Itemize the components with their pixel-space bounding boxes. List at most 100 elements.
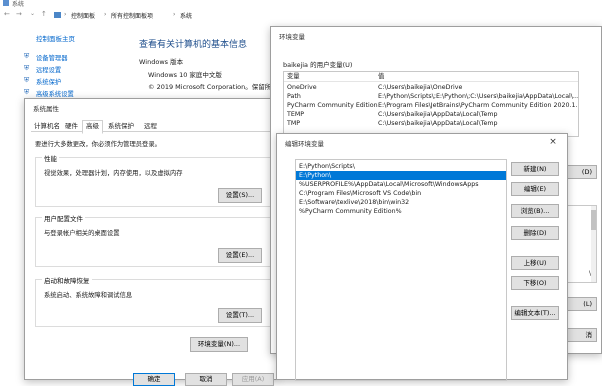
table-row[interactable]: Path E:\Python\Scripts\;E:\Python\;C:\Us… (284, 92, 578, 101)
system-var-delete-button[interactable]: (L) (563, 297, 597, 311)
user-profiles-settings-button[interactable]: 设置(E)... (218, 248, 262, 263)
performance-group: 性能 视觉效果，处理器计划，内存使用，以及虚拟内存 设置(S)... (35, 153, 271, 207)
new-button[interactable]: 新建(N) (511, 162, 559, 176)
list-item[interactable]: E:\Python\Scripts\ (296, 162, 506, 171)
breadcrumb-item-system[interactable]: 系统 (180, 11, 192, 20)
table-row[interactable]: TMP C:\Users\baikejia\AppData\Local\Temp (284, 119, 578, 128)
delete-button[interactable]: 删除(D) (511, 226, 559, 240)
tab-system-protection[interactable]: 系统保护 (105, 121, 137, 132)
up-arrow-icon[interactable]: ↑ (41, 10, 47, 18)
startup-settings-button[interactable]: 设置(T)... (218, 308, 262, 323)
cell-var: TEMP (287, 111, 305, 118)
breadcrumb-item-control-panel[interactable]: 控制面板 (71, 11, 95, 20)
system-icon (3, 0, 9, 6)
move-up-button[interactable]: 上移(U) (511, 256, 559, 270)
sidebar-item-label: 高级系统设置 (36, 91, 74, 98)
group-desc: 系统启动、系统故障和调试信息 (44, 292, 133, 299)
list-item[interactable]: C:\Program Files\Microsoft VS Code\bin (296, 189, 506, 198)
sidebar-item-label: 设备管理器 (36, 55, 68, 62)
cell-var: PyCharm Community Edition (287, 102, 378, 109)
shield-icon: ⛨ (24, 52, 30, 60)
group-desc: 视觉效果，处理器计划，内存使用，以及虚拟内存 (44, 170, 183, 177)
dialog-titlebar: 环境变量 (271, 27, 601, 44)
page-title: 查看有关计算机的基本信息 (139, 40, 248, 50)
column-header-var: 变量 (287, 73, 300, 80)
forward-arrow-icon[interactable]: → (16, 10, 22, 18)
browse-button[interactable]: 浏览(B)... (511, 204, 559, 218)
scrollbar[interactable] (591, 206, 596, 282)
sidebar-item-device-manager[interactable]: ⛨ 设备管理器 (24, 52, 124, 62)
group-title: 用户配置文件 (42, 213, 85, 223)
table-header: 变量 值 (284, 72, 578, 82)
chevron-down-icon[interactable]: ⌄ (30, 10, 35, 17)
table-row[interactable]: PyCharm Community Edition E:\Program Fil… (284, 101, 578, 110)
user-profiles-group: 用户配置文件 与登录帐户相关的桌面设置 设置(E)... (35, 213, 271, 267)
user-vars-label: baikejia 的用户变量(U) (283, 61, 353, 69)
tab-strip: 计算机名 硬件 高级 系统保护 远程 (31, 120, 271, 134)
shield-icon: ⛨ (24, 76, 30, 84)
tab-computer-name[interactable]: 计算机名 (31, 121, 63, 132)
breadcrumb-sep-icon: › (64, 11, 67, 18)
group-title: 性能 (42, 153, 59, 163)
list-item[interactable]: E:\Software\texlive\2018\bin\win32 (296, 198, 506, 207)
dialog-titlebar: 编辑环境变量 × (277, 134, 567, 151)
table-row[interactable]: TEMP C:\Users\baikejia\AppData\Local\Tem… (284, 110, 578, 119)
list-item-selected[interactable]: E:\Python\ (296, 171, 506, 180)
column-header-value: 值 (378, 73, 385, 80)
edit-button[interactable]: 编辑(E) (511, 182, 559, 196)
sidebar-item-label: 远程设置 (36, 67, 62, 74)
tab-remote[interactable]: 远程 (141, 121, 160, 132)
cell-var: Path (287, 93, 301, 100)
dialog-titlebar: 系统属性 (25, 99, 277, 116)
admin-note: 要进行大多数更改，你必须作为管理员登录。 (35, 141, 161, 148)
sidebar: 控制面板主页 ⛨ 设备管理器 ⛨ 远程设置 ⛨ 系统保护 ⛨ 高级系统设置 (0, 28, 130, 108)
startup-recovery-group: 启动和故障恢复 系统启动、系统故障和调试信息 设置(T)... (35, 275, 271, 327)
edition-value: Windows 10 家庭中文版 (148, 71, 222, 79)
table-row[interactable]: OneDrive C:\Users\baikejia\OneDrive (284, 83, 578, 92)
breadcrumb-sep-icon: › (173, 11, 176, 18)
sidebar-item-protection[interactable]: ⛨ 系统保护 (24, 76, 124, 86)
path-list: E:\Python\Scripts\ E:\Python\ %USERPROFI… (295, 159, 507, 381)
cell-value: C:\Users\baikejia\AppData\Local\Temp (378, 111, 498, 118)
dialog-title: 编辑环境变量 (285, 140, 324, 148)
cell-value: C:\Users\baikejia\OneDrive (378, 84, 463, 91)
cell-value: C:\Users\baikejia\AppData\Local\Temp (378, 120, 498, 127)
list-item[interactable]: %USERPROFILE%\AppData\Local\Microsoft\Wi… (296, 180, 506, 189)
window-title: 系统 (12, 1, 25, 8)
breadcrumb-item-all-items[interactable]: 所有控制面板项 (111, 11, 153, 20)
env-cancel-button[interactable]: 消 (563, 328, 597, 342)
user-var-delete-button[interactable]: (D) (563, 165, 597, 179)
tab-advanced[interactable]: 高级 (82, 120, 103, 134)
tab-hardware[interactable]: 硬件 (62, 121, 81, 132)
edit-env-dialog: 编辑环境变量 × E:\Python\Scripts\ E:\Python\ %… (276, 133, 568, 381)
shield-icon: ⛨ (24, 64, 30, 72)
close-icon[interactable]: × (547, 136, 559, 148)
cell-var: TMP (287, 120, 301, 127)
performance-settings-button[interactable]: 设置(S)... (218, 188, 262, 203)
sidebar-item-label: 系统保护 (36, 79, 62, 86)
sidebar-item-remote[interactable]: ⛨ 远程设置 (24, 64, 124, 74)
scrollbar-thumb[interactable] (591, 210, 596, 230)
cell-var: OneDrive (287, 84, 317, 91)
shield-icon: ⛨ (24, 88, 30, 96)
list-item[interactable]: %PyCharm Community Edition% (296, 207, 506, 216)
address-bar: ← → ⌄ ↑ › 控制面板 › 所有控制面板项 › 系统 (0, 10, 602, 22)
sidebar-item-advanced[interactable]: ⛨ 高级系统设置 (24, 88, 124, 98)
user-vars-table: 变量 值 OneDrive C:\Users\baikejia\OneDrive… (283, 71, 579, 137)
system-properties-dialog: 系统属性 计算机名 硬件 高级 系统保护 远程 要进行大多数更改，你必须作为管理… (24, 98, 278, 386)
group-title: 启动和故障恢复 (42, 275, 92, 285)
titlebar: 系统 (0, 0, 602, 8)
sidebar-home-link[interactable]: 控制面板主页 (36, 33, 75, 43)
cell-value: E:\Python\Scripts\;E:\Python\;C:\Users\b… (378, 93, 578, 100)
environment-variables-button[interactable]: 环境变量(N)... (190, 337, 248, 352)
dialog-title: 系统属性 (33, 105, 59, 113)
breadcrumb-sep-icon: › (104, 11, 107, 18)
edit-text-button[interactable]: 编辑文本(T)... (511, 306, 559, 320)
back-arrow-icon[interactable]: ← (4, 10, 10, 18)
cell-value: E:\Program Files\JetBrains\PyCharm Commu… (378, 102, 578, 109)
group-desc: 与登录帐户相关的桌面设置 (44, 230, 120, 237)
edition-section-label: Windows 版本 (139, 58, 184, 66)
dialog-title: 环境变量 (279, 33, 305, 41)
control-panel-icon (54, 12, 61, 18)
move-down-button[interactable]: 下移(O) (511, 276, 559, 290)
